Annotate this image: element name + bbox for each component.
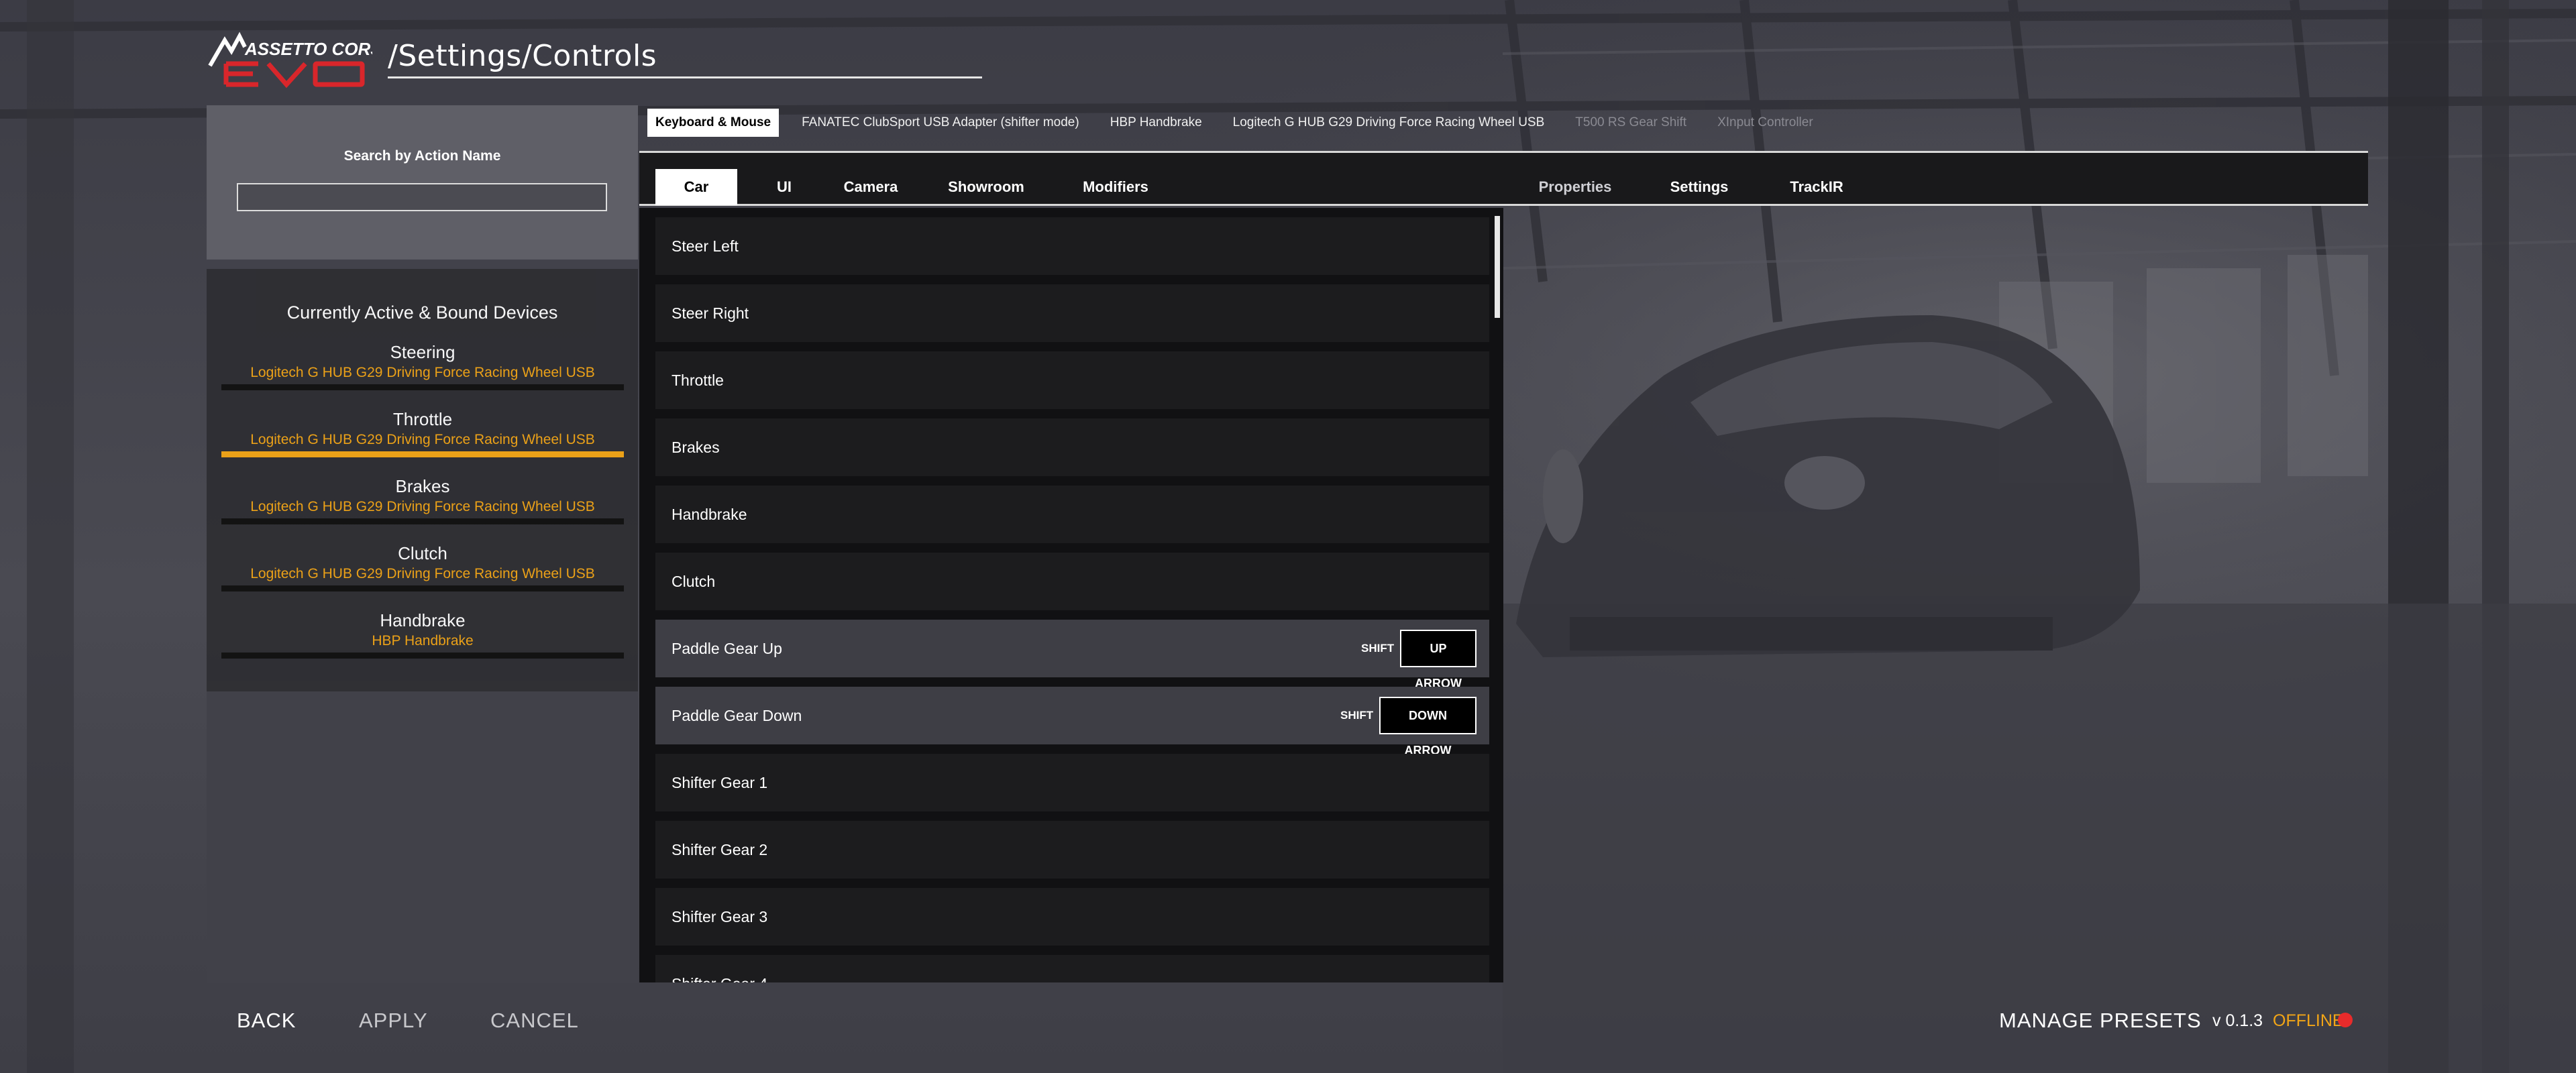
modifier-key-label: SHIFT (1361, 642, 1395, 655)
action-label: Steer Right (672, 304, 749, 322)
page-title: /Settings/Controls (388, 39, 657, 73)
tab-trackir[interactable]: TrackIR (1780, 169, 1854, 205)
axis-level-bar (221, 451, 624, 457)
axis-level-bar (221, 518, 624, 524)
device-name: Logitech G HUB G29 Driving Force Racing … (250, 365, 595, 380)
device-handbrake: Handbrake HBP Handbrake (221, 610, 624, 659)
search-input[interactable] (237, 183, 607, 211)
list-scrollbar[interactable] (1495, 216, 1500, 318)
tab-car[interactable]: Car (655, 169, 737, 205)
tab-properties[interactable]: Properties (1532, 169, 1619, 205)
device-tab-fanatec-clubsport[interactable]: FANATEC ClubSport USB Adapter (shifter m… (794, 109, 1087, 137)
action-label: Throttle (672, 372, 724, 389)
device-clutch: Clutch Logitech G HUB G29 Driving Force … (221, 543, 624, 591)
action-row-steer-right[interactable]: Steer Right (655, 284, 1489, 342)
action-label: Handbrake (672, 506, 747, 523)
action-row-shifter-gear-3[interactable]: Shifter Gear 3 (655, 888, 1489, 946)
search-label: Search by Action Name (343, 148, 501, 164)
assetto-corsa-evo-logo: ASSETTO CORSA (205, 27, 394, 91)
device-throttle: Throttle Logitech G HUB G29 Driving Forc… (221, 408, 624, 457)
sidebar-empty-area (207, 691, 638, 983)
device-axis-name: Clutch (398, 543, 447, 563)
action-row-throttle[interactable]: Throttle (655, 351, 1489, 409)
version-label: v 0.1.3 (2212, 1011, 2263, 1030)
device-name: Logitech G HUB G29 Driving Force Racing … (250, 432, 595, 447)
device-name: Logitech G HUB G29 Driving Force Racing … (250, 499, 595, 514)
action-binding-list: Steer Left Steer Right Throttle Brakes H… (639, 208, 1503, 982)
cancel-button[interactable]: CANCEL (490, 1009, 579, 1033)
device-tabs: Keyboard & Mouse FANATEC ClubSport USB A… (647, 107, 1836, 138)
bound-devices-panel: Currently Active & Bound Devices Steerin… (207, 269, 638, 691)
action-row-shifter-gear-2[interactable]: Shifter Gear 2 (655, 821, 1489, 879)
tab-showroom[interactable]: Showroom (943, 169, 1030, 205)
svg-text:ASSETTO CORSA: ASSETTO CORSA (244, 39, 372, 59)
tab-camera[interactable]: Camera (834, 169, 908, 205)
connection-status-label: OFFLINE (2273, 1011, 2344, 1030)
device-name: Logitech G HUB G29 Driving Force Racing … (250, 566, 595, 581)
device-axis-name: Steering (390, 342, 455, 362)
device-tab-t500-gear-shift[interactable]: T500 RS Gear Shift (1567, 109, 1695, 137)
device-tab-xinput-controller[interactable]: XInput Controller (1709, 109, 1821, 137)
action-label: Brakes (672, 439, 720, 456)
bound-devices-heading: Currently Active & Bound Devices (286, 302, 558, 323)
bound-key-button[interactable]: DOWN ARROW (1379, 697, 1477, 757)
bottom-bar: BACK APPLY CANCEL MANAGE PRESETS v 0.1.3… (207, 983, 2368, 1073)
back-button[interactable]: BACK (237, 1009, 296, 1033)
action-row-shifter-gear-4[interactable]: Shifter Gear 4 (655, 955, 1489, 982)
action-label: Shifter Gear 1 (672, 774, 768, 791)
action-label: Steer Left (672, 237, 739, 255)
action-row-paddle-gear-up[interactable]: Paddle Gear Up SHIFT UP ARROW (655, 620, 1489, 690)
device-axis-name: Handbrake (380, 610, 466, 630)
action-row-clutch[interactable]: Clutch (655, 553, 1489, 610)
action-row-steer-left[interactable]: Steer Left (655, 217, 1489, 275)
modifier-key-label: SHIFT (1340, 709, 1374, 722)
action-row-brakes[interactable]: Brakes (655, 418, 1489, 476)
action-label: Shifter Gear 4 (672, 955, 767, 982)
action-row-shifter-gear-1[interactable]: Shifter Gear 1 (655, 754, 1489, 811)
apply-button[interactable]: APPLY (359, 1009, 428, 1033)
tab-modifiers[interactable]: Modifiers (1075, 169, 1156, 205)
device-brakes: Brakes Logitech G HUB G29 Driving Force … (221, 475, 624, 524)
manage-presets-button[interactable]: MANAGE PRESETS (1999, 1009, 2202, 1033)
action-label: Paddle Gear Up (672, 640, 782, 657)
action-label: Clutch (672, 573, 716, 590)
device-axis-name: Throttle (392, 409, 453, 429)
offline-status-dot (2338, 1013, 2353, 1027)
device-tab-keyboard-mouse[interactable]: Keyboard & Mouse (647, 109, 780, 137)
device-name: HBP Handbrake (372, 633, 474, 648)
search-panel: Search by Action Name (207, 105, 638, 260)
action-row-paddle-gear-down[interactable]: Paddle Gear Down SHIFT DOWN ARROW (655, 687, 1489, 757)
device-steering: Steering Logitech G HUB G29 Driving Forc… (221, 341, 624, 390)
action-label: Paddle Gear Down (672, 707, 802, 724)
device-tab-logitech-g29[interactable]: Logitech G HUB G29 Driving Force Racing … (1225, 109, 1553, 137)
device-tab-hbp-handbrake[interactable]: HBP Handbrake (1102, 109, 1210, 137)
device-axis-name: Brakes (395, 476, 450, 496)
title-underline (388, 76, 982, 78)
axis-level-bar (221, 585, 624, 591)
action-label: Shifter Gear 3 (672, 908, 768, 925)
bound-key-button[interactable]: UP ARROW (1400, 630, 1477, 690)
action-row-handbrake[interactable]: Handbrake (655, 486, 1489, 543)
category-tab-bar: Car UI Camera Showroom Modifiers Propert… (639, 151, 2368, 206)
tab-ui[interactable]: UI (757, 169, 811, 205)
axis-level-bar (221, 653, 624, 659)
action-label: Shifter Gear 2 (672, 841, 768, 858)
axis-level-bar (221, 384, 624, 390)
tab-settings[interactable]: Settings (1662, 169, 1736, 205)
